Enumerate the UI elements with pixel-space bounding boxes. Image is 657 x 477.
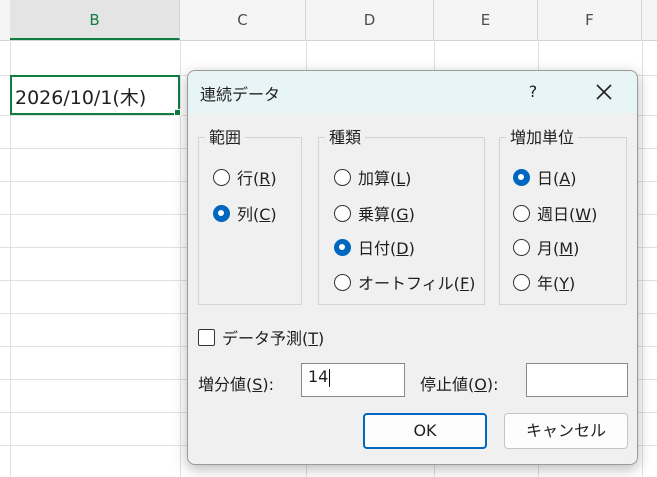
radio-button[interactable]	[334, 273, 351, 291]
radio-button[interactable]	[213, 168, 230, 186]
type-group-title: 種類	[325, 124, 366, 148]
radio-button[interactable]	[334, 168, 351, 186]
trend-checkbox[interactable]	[198, 328, 215, 346]
radio-label: オートフィル(F)	[358, 274, 476, 293]
radio-label: 日付(D)	[358, 239, 415, 258]
date-unit-group-title: 増加単位	[506, 124, 579, 148]
radio-label: 列(C)	[237, 205, 277, 224]
dialog-title: 連続データ	[200, 85, 281, 104]
unit-weekday-radio[interactable]: 週日(W)	[513, 201, 597, 225]
cell-value: 2026/10/1(木)	[15, 87, 147, 109]
radio-label: 月(M)	[537, 239, 580, 258]
column-header-c[interactable]: C	[180, 0, 306, 40]
step-value-text: 14	[308, 367, 329, 386]
column-header-e[interactable]: E	[434, 0, 538, 40]
range-row-radio[interactable]: 行(R)	[213, 165, 277, 189]
step-value-input[interactable]: 14	[301, 363, 405, 397]
radio-label: 日(A)	[537, 169, 577, 188]
range-column-radio[interactable]: 列(C)	[213, 201, 277, 225]
column-header-b[interactable]: B	[10, 0, 180, 40]
radio-button[interactable]	[513, 204, 530, 222]
stop-value-label: 停止値(O):	[420, 375, 499, 394]
date-unit-group: 増加単位 日(A) 週日(W) 月(M) 年(Y)	[499, 124, 627, 305]
range-group-title: 範囲	[205, 124, 246, 148]
type-growth-radio[interactable]: 乗算(G)	[334, 201, 415, 225]
ok-button[interactable]: OK	[363, 413, 487, 449]
help-button[interactable]: ?	[518, 77, 548, 107]
column-header-row: B C D E F	[0, 0, 657, 41]
active-cell[interactable]: 2026/10/1(木)	[10, 75, 180, 115]
text-caret	[329, 368, 331, 387]
radio-button[interactable]	[513, 273, 530, 291]
close-icon	[596, 84, 612, 100]
type-date-radio[interactable]: 日付(D)	[334, 235, 415, 259]
unit-year-radio[interactable]: 年(Y)	[513, 270, 575, 294]
trend-checkbox-row[interactable]: データ予測(T)	[198, 325, 324, 349]
type-linear-radio[interactable]: 加算(L)	[334, 165, 411, 189]
type-autofill-radio[interactable]: オートフィル(F)	[334, 270, 475, 294]
radio-button-selected[interactable]	[334, 238, 351, 256]
series-dialog: 連続データ ? 範囲 行(R) 列(C) 種類 加算(L) 乗算(G) 日付(D…	[187, 70, 638, 465]
type-group: 種類 加算(L) 乗算(G) 日付(D) オートフィル(F)	[318, 124, 485, 305]
step-value-label: 増分値(S):	[198, 375, 275, 394]
radio-button-selected[interactable]	[213, 204, 230, 222]
dialog-title-bar[interactable]: 連続データ ?	[188, 71, 637, 113]
radio-label: 加算(L)	[358, 169, 412, 188]
radio-label: 行(R)	[237, 169, 277, 188]
cancel-button[interactable]: キャンセル	[504, 413, 628, 449]
stop-value-input[interactable]	[526, 363, 628, 397]
unit-month-radio[interactable]: 月(M)	[513, 235, 579, 259]
radio-button[interactable]	[334, 204, 351, 222]
close-button[interactable]	[586, 76, 622, 108]
fill-handle[interactable]	[174, 109, 181, 116]
radio-button[interactable]	[513, 238, 530, 256]
checkbox-label: データ予測(T)	[222, 329, 325, 348]
range-group: 範囲 行(R) 列(C)	[198, 124, 302, 305]
unit-day-radio[interactable]: 日(A)	[513, 165, 576, 189]
radio-label: 週日(W)	[537, 205, 598, 224]
radio-button-selected[interactable]	[513, 168, 530, 186]
column-header-d[interactable]: D	[306, 0, 434, 40]
column-header-f[interactable]: F	[538, 0, 642, 40]
radio-label: 年(Y)	[537, 274, 576, 293]
radio-label: 乗算(G)	[358, 205, 415, 224]
